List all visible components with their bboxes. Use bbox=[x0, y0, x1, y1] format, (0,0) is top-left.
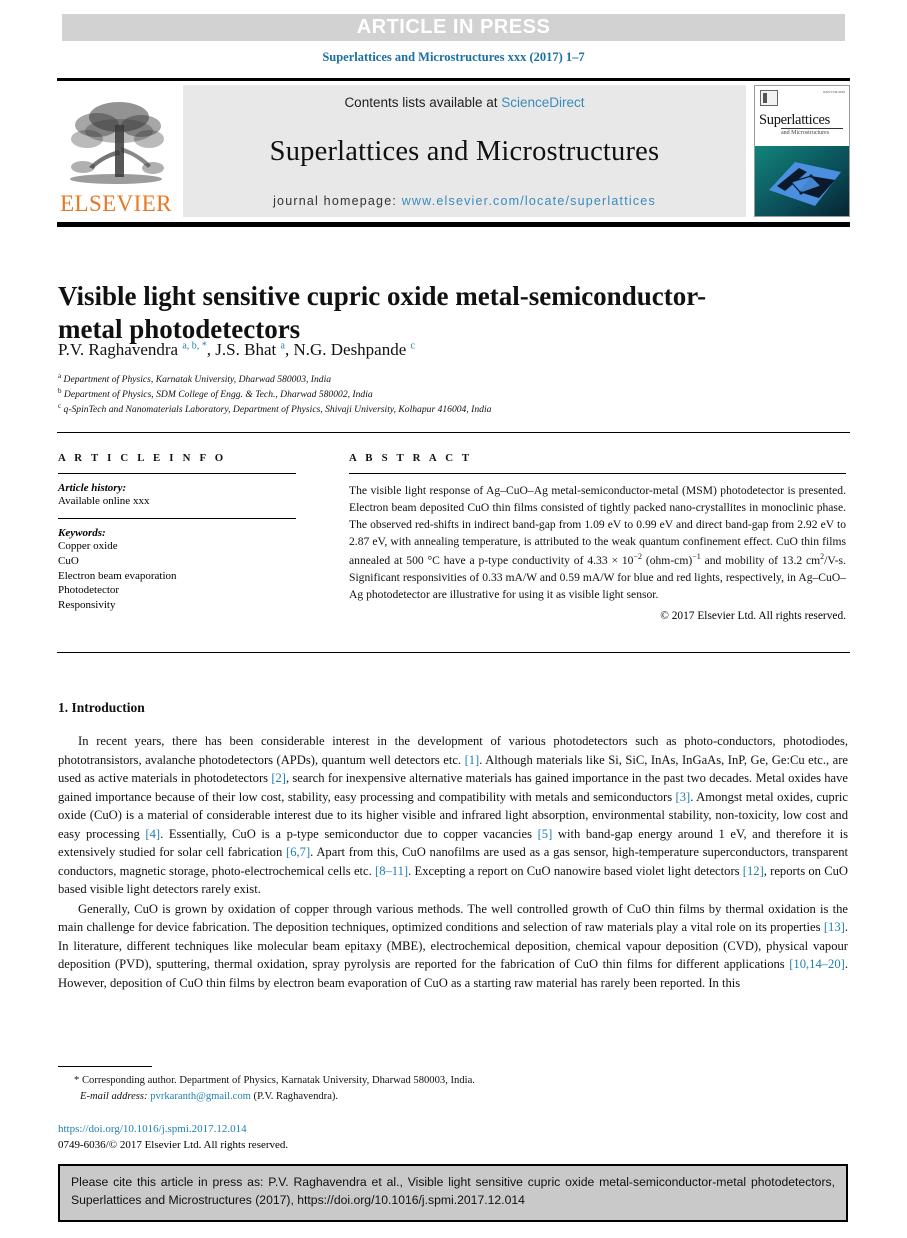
citation-box: Please cite this article in press as: P.… bbox=[58, 1164, 848, 1222]
abstract-copyright: © 2017 Elsevier Ltd. All rights reserved… bbox=[660, 609, 846, 622]
journal-homepage-link[interactable]: www.elsevier.com/locate/superlattices bbox=[402, 194, 656, 208]
abstract-column: A B S T R A C T The visible light respon… bbox=[349, 452, 846, 622]
cover-publisher-badge-icon bbox=[760, 90, 778, 106]
masthead-top-rule bbox=[57, 78, 850, 81]
doi-link[interactable]: https://doi.org/10.1016/j.spmi.2017.12.0… bbox=[58, 1122, 758, 1138]
keyword-item: Photodetector bbox=[58, 584, 120, 597]
affiliation-item: a Department of Physics, Karnatak Univer… bbox=[58, 372, 838, 387]
sciencedirect-link[interactable]: ScienceDirect bbox=[501, 95, 584, 110]
issn-copyright-line: 0749-6036/© 2017 Elsevier Ltd. All right… bbox=[58, 1138, 289, 1151]
paper-page: ARTICLE IN PRESS Superlattices and Micro… bbox=[0, 0, 907, 1238]
abstract-heading: A B S T R A C T bbox=[349, 452, 473, 464]
masthead-bottom-rule bbox=[57, 222, 850, 227]
cover-lattice-artwork-icon bbox=[755, 145, 849, 216]
corresponding-author-marker: * bbox=[74, 1075, 80, 1086]
article-history-label: Article history: bbox=[58, 482, 127, 494]
article-info-column: A R T I C L E I N F O Article history: A… bbox=[58, 452, 296, 613]
corresponding-author-text: Corresponding author. Department of Phys… bbox=[81, 1075, 475, 1086]
affiliation-text: Department of Physics, SDM College of En… bbox=[63, 388, 373, 400]
abstract-block-bottom-rule bbox=[57, 652, 850, 653]
keyword-item: Electron beam evaporation bbox=[58, 569, 177, 582]
keyword-item: Copper oxide bbox=[58, 539, 118, 552]
article-info-rule bbox=[58, 473, 296, 474]
abstract-text: The visible light response of Ag–CuO–Ag … bbox=[349, 484, 846, 601]
contents-available-line: Contents lists available at ScienceDirec… bbox=[344, 95, 584, 110]
elsevier-tree-icon bbox=[70, 102, 164, 184]
body-paragraph: In recent years, there has been consider… bbox=[58, 734, 849, 896]
keywords-rule bbox=[58, 517, 296, 519]
cover-artwork bbox=[755, 145, 849, 216]
email-link[interactable]: pvrkaranth@gmail.com bbox=[150, 1091, 251, 1102]
footnote-block: * Corresponding author. Department of Ph… bbox=[58, 1073, 758, 1105]
article-in-press-label: ARTICLE IN PRESS bbox=[356, 16, 551, 38]
cover-title-label: Superlattices bbox=[759, 112, 830, 128]
affiliation-marker: c bbox=[58, 401, 62, 410]
affiliation-marker: a bbox=[58, 372, 62, 380]
contents-prefix-label: Contents lists available at bbox=[344, 95, 502, 110]
footnote-rule bbox=[58, 1066, 152, 1067]
masthead-body: ELSEVIER Contents lists available at Sci… bbox=[57, 85, 850, 217]
corresponding-author-note: * Corresponding author. Department of Ph… bbox=[58, 1073, 758, 1089]
keyword-item: CuO bbox=[58, 554, 79, 567]
section-heading-introduction: 1. Introduction bbox=[58, 700, 145, 715]
journal-homepage-line: journal homepage: www.elsevier.com/locat… bbox=[273, 194, 656, 208]
body-paragraph: Generally, CuO is grown by oxidation of … bbox=[58, 901, 848, 990]
cover-issn-label: ISSN 0749-6036 bbox=[822, 90, 845, 94]
journal-title: Superlattices and Microstructures bbox=[269, 136, 660, 167]
affiliation-item: c q-SpinTech and Nanomaterials Laborator… bbox=[58, 402, 838, 417]
homepage-label: journal homepage: bbox=[273, 194, 402, 208]
journal-cover-thumbnail: ISSN 0749-6036 Superlattices and Microst… bbox=[754, 85, 850, 217]
body-column: 1. Introduction In recent years, there h… bbox=[58, 700, 848, 993]
email-note: E-mail address: pvrkaranth@gmail.com (P.… bbox=[58, 1089, 758, 1105]
article-in-press-banner: ARTICLE IN PRESS bbox=[62, 14, 845, 41]
keywords-block: Keywords: Copper oxide CuO Electron beam… bbox=[58, 527, 296, 613]
page-title: Visible light sensitive cupric oxide met… bbox=[58, 281, 707, 345]
journal-masthead: ELSEVIER Contents lists available at Sci… bbox=[57, 78, 850, 227]
email-address-label: E-mail address: bbox=[80, 1090, 148, 1102]
abstract-rule bbox=[349, 473, 846, 474]
email-owner-text: (P.V. Raghavendra). bbox=[253, 1090, 339, 1102]
cover-top-area: ISSN 0749-6036 Superlattices and Microst… bbox=[755, 86, 849, 146]
elsevier-logo: ELSEVIER bbox=[57, 85, 175, 217]
keywords-label: Keywords: bbox=[58, 526, 106, 539]
cover-subtitle-label: and Microstructures bbox=[781, 128, 843, 136]
doi-block: https://doi.org/10.1016/j.spmi.2017.12.0… bbox=[58, 1122, 758, 1153]
article-history-value: Available online xxx bbox=[58, 495, 150, 507]
affiliation-marker: b bbox=[58, 386, 62, 395]
affiliation-item: b Department of Physics, SDM College of … bbox=[58, 387, 838, 402]
masthead-center-panel: Contents lists available at ScienceDirec… bbox=[183, 85, 746, 217]
affiliation-text: Department of Physics, Karnatak Universi… bbox=[63, 374, 332, 386]
affiliation-text: q-SpinTech and Nanomaterials Laboratory,… bbox=[63, 403, 492, 415]
elsevier-wordmark: ELSEVIER bbox=[60, 191, 172, 216]
article-info-heading: A R T I C L E I N F O bbox=[58, 452, 227, 464]
author-list: P.V. Raghavendra a, b, *, J.S. Bhat a, N… bbox=[58, 340, 415, 359]
affiliation-list: a Department of Physics, Karnatak Univer… bbox=[58, 372, 838, 416]
abstract-block-top-rule bbox=[57, 432, 850, 433]
citation-text: Please cite this article in press as: P.… bbox=[71, 1175, 835, 1207]
keyword-item: Responsivity bbox=[58, 599, 116, 612]
running-head: Superlattices and Microstructures xxx (2… bbox=[322, 50, 585, 64]
